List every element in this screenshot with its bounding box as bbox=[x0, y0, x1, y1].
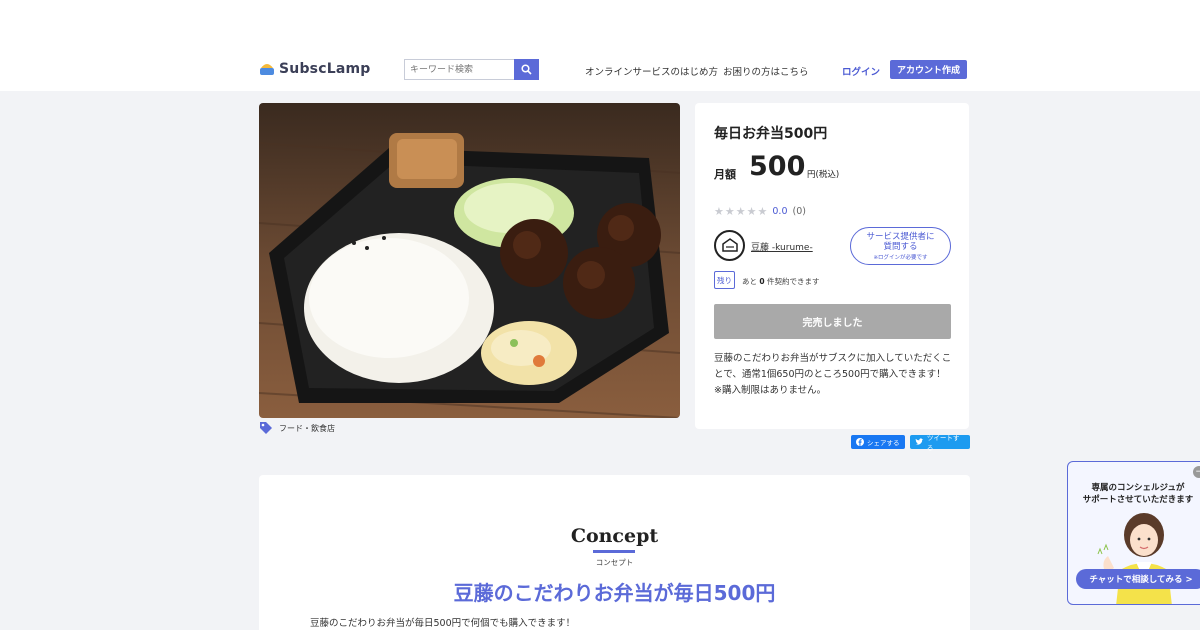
provider-logo-icon bbox=[721, 237, 738, 252]
tag-icon bbox=[260, 422, 272, 434]
concept-body: 豆藤のこだわりお弁当が毎日500円で何個でも購入できます！ bbox=[310, 618, 576, 629]
site-header: SubscLamp オンラインサービスのはじめ方 お困りの方はこちら ログイン … bbox=[0, 0, 1200, 91]
concierge-line2: サポートさせていただきます bbox=[1082, 495, 1194, 505]
rating-value: 0.0 bbox=[772, 206, 788, 217]
star-icon: ★ bbox=[746, 205, 757, 218]
star-icon: ★ bbox=[735, 205, 746, 218]
product-title: 毎日お弁当500円 bbox=[714, 126, 828, 142]
twitter-icon bbox=[915, 438, 924, 445]
concierge-avatar bbox=[1097, 513, 1172, 604]
stock-suffix: 件契約できます bbox=[767, 277, 820, 286]
close-icon[interactable]: − bbox=[1193, 466, 1200, 478]
concept-section: Concept コンセプト 豆藤のこだわりお弁当が毎日500円 豆藤のこだわりお… bbox=[259, 475, 970, 630]
stock-badge: 残り bbox=[714, 271, 735, 289]
signup-button[interactable]: アカウント作成 bbox=[890, 60, 967, 79]
logo[interactable]: SubscLamp bbox=[259, 61, 370, 77]
search-icon bbox=[521, 64, 532, 75]
concept-subtitle: コンセプト bbox=[595, 558, 634, 567]
stock-text: あと 0 件契約できます bbox=[742, 276, 820, 287]
twitter-share-label: ツイートする bbox=[926, 434, 960, 452]
concept-underline bbox=[593, 550, 635, 553]
price-unit: 円(税込) bbox=[807, 170, 840, 180]
facebook-share-button[interactable]: シェアする bbox=[851, 435, 905, 449]
lamp-logo-icon bbox=[260, 64, 274, 75]
nav-getting-started[interactable]: オンラインサービスのはじめ方 bbox=[585, 64, 718, 78]
ask-button-note: ※ログインが必要です bbox=[873, 254, 928, 261]
nav-help[interactable]: お困りの方はこちら bbox=[723, 64, 809, 78]
concept-title: Concept bbox=[570, 525, 659, 547]
monthly-label: 月額 bbox=[714, 168, 736, 181]
logo-text: SubscLamp bbox=[279, 61, 371, 77]
stock-prefix: あと bbox=[742, 277, 757, 286]
concierge-line1: 専属のコンシェルジュが bbox=[1091, 483, 1185, 493]
ask-provider-button[interactable]: サービス提供者に 質問する ※ログインが必要です bbox=[850, 227, 951, 265]
search-button[interactable] bbox=[514, 59, 539, 80]
facebook-icon bbox=[856, 438, 864, 446]
stock-count: 0 bbox=[759, 277, 765, 286]
star-icon: ★ bbox=[714, 205, 724, 218]
price-value: 500 bbox=[749, 151, 806, 182]
product-image bbox=[259, 103, 680, 418]
twitter-share-button[interactable]: ツイートする bbox=[910, 434, 970, 452]
login-link[interactable]: ログイン bbox=[842, 64, 880, 78]
rating-count[interactable]: (0) bbox=[792, 206, 805, 217]
concept-headline: 豆藤のこだわりお弁当が毎日500円 bbox=[453, 581, 776, 605]
ask-button-line2: 質問する bbox=[883, 241, 918, 252]
category-tag[interactable]: フード・飲食店 bbox=[259, 421, 335, 435]
provider-name-link[interactable]: 豆藤 -kurume- bbox=[751, 240, 813, 253]
rating: ★ ★ ★ ★ ★ 0.0 (0) bbox=[714, 206, 806, 217]
search-bar bbox=[404, 59, 539, 80]
search-input[interactable] bbox=[404, 59, 514, 80]
provider-avatar[interactable] bbox=[714, 230, 745, 261]
facebook-share-label: シェアする bbox=[867, 439, 900, 447]
product-description: 豆藤のこだわりお弁当がサブスクに加入していただくことで、通常1個650円のところ… bbox=[714, 353, 952, 396]
ask-button-line1: サービス提供者に bbox=[866, 231, 935, 242]
chat-consult-button[interactable]: チャットで相談してみる > bbox=[1076, 569, 1200, 589]
soldout-button: 完売しました bbox=[714, 304, 951, 339]
concierge-message: 専属のコンシェルジュが サポートさせていただきます bbox=[1068, 482, 1200, 506]
concierge-widget[interactable]: − 専属のコンシェルジュが サポートさせていただきます チャットで相談してみる … bbox=[1067, 461, 1200, 605]
product-info-card: 毎日お弁当500円 月額 500 円(税込) ★ ★ ★ ★ ★ 0.0 (0)… bbox=[695, 103, 969, 429]
bento-photo bbox=[259, 103, 680, 418]
star-icon: ★ bbox=[724, 205, 735, 218]
category-label: フード・飲食店 bbox=[279, 423, 335, 433]
star-icon: ★ bbox=[757, 205, 768, 218]
